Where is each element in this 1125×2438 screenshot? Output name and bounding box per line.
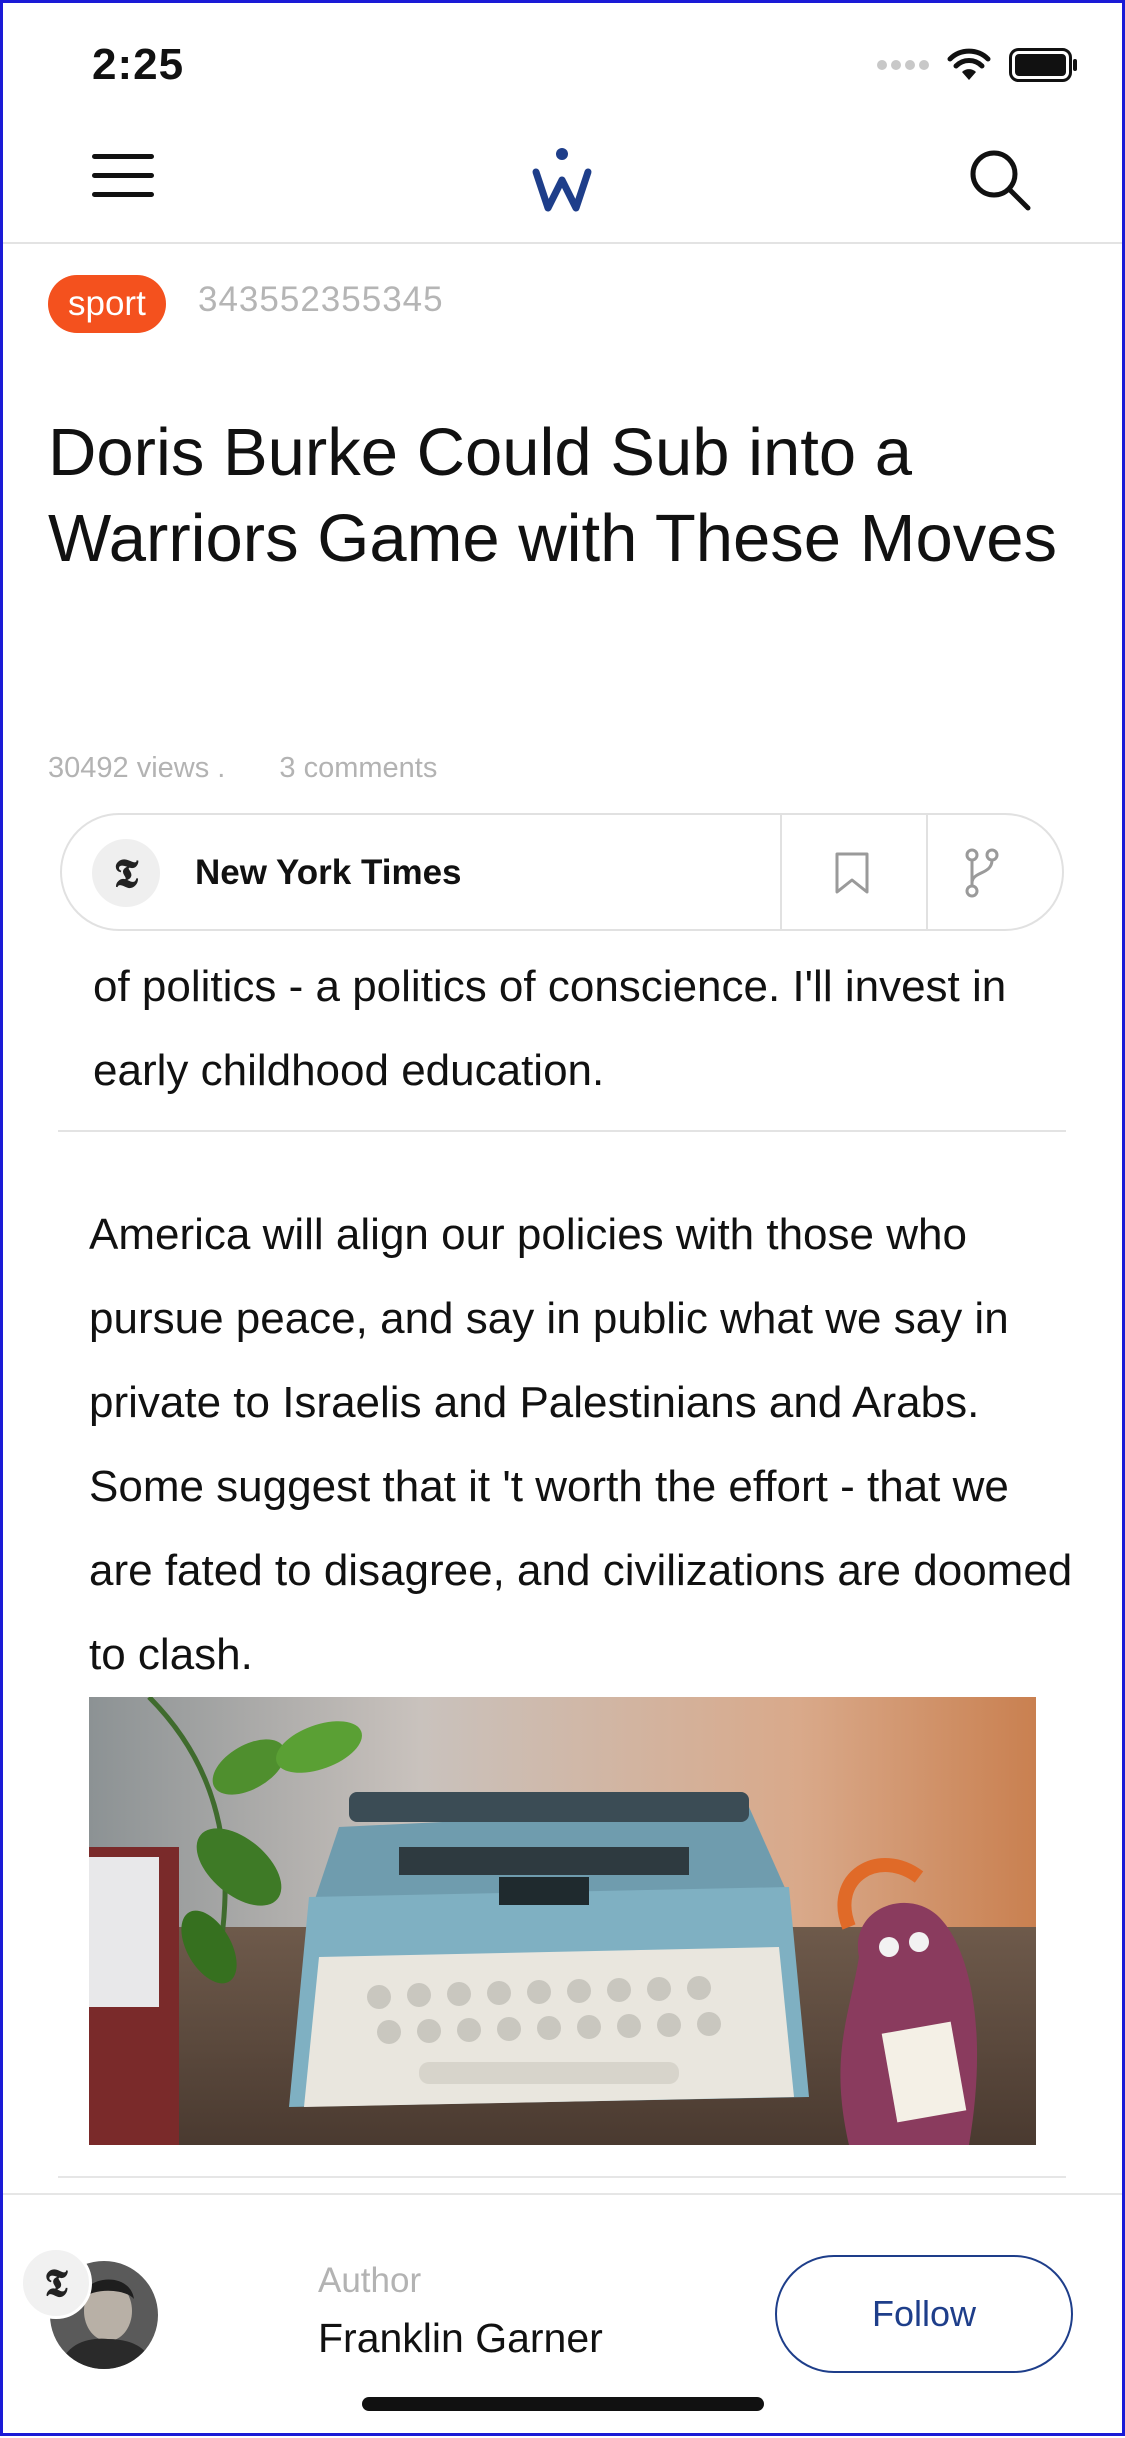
status-time: 2:25 (92, 40, 185, 89)
search-icon[interactable] (968, 148, 1032, 212)
post-id: 343552355345 (198, 280, 444, 319)
article-title: Doris Burke Could Sub into a Warriors Ga… (48, 415, 1057, 576)
status-icons (877, 48, 1079, 82)
author-label: Author (318, 2261, 422, 2300)
hamburger-icon[interactable] (92, 154, 154, 202)
article-paragraph: America will align our policies with tho… (89, 1210, 1073, 1679)
views-count: 30492 views . (48, 752, 226, 784)
section-divider (58, 2176, 1066, 2178)
article-image (89, 1697, 1036, 2145)
bookmark-icon[interactable] (832, 851, 872, 895)
home-indicator[interactable] (362, 2397, 764, 2411)
top-nav-bar (0, 130, 1125, 244)
source-badge-icon: 𝕿 (20, 2247, 92, 2319)
divider (926, 815, 928, 929)
article-paragraph: of politics - a politics of conscience. … (93, 962, 1007, 1095)
comments-link[interactable]: 3 comments (279, 752, 437, 784)
signal-icon (877, 60, 929, 70)
source-logo-icon[interactable]: 𝕿 (92, 839, 160, 907)
section-divider (58, 1130, 1066, 1132)
battery-icon (1009, 48, 1077, 82)
source-name[interactable]: New York Times (195, 853, 462, 893)
author-name[interactable]: Franklin Garner (318, 2315, 603, 2362)
source-bar: 𝕿 New York Times (60, 813, 1064, 931)
divider (780, 815, 782, 929)
wifi-icon (947, 48, 991, 80)
category-badge[interactable]: sport (48, 275, 166, 333)
w-logo-icon[interactable] (530, 144, 594, 216)
follow-button[interactable]: Follow (775, 2255, 1073, 2373)
share-branch-icon[interactable] (962, 847, 1002, 899)
article-stats: 30492 views . 3 comments (48, 752, 483, 785)
